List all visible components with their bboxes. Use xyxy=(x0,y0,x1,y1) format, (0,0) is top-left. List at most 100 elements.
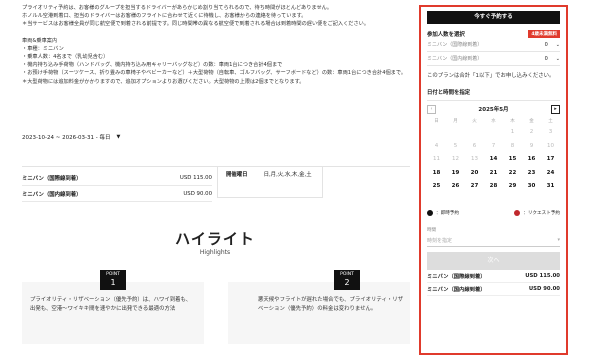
point-card: POINT 2 悪天候やフライトが遅れた場合でも、プライオリティ・リザベーション… xyxy=(228,270,410,344)
date-range-value: 2023-10-24 ~ 2026-03-31 - 毎日 xyxy=(22,135,111,141)
legend-instant: ：即時予約 xyxy=(427,209,459,216)
note-line: 車両&乗車案内 xyxy=(22,37,58,44)
price-value: USD 90.00 xyxy=(183,190,212,197)
calendar-month: 2025年5月 xyxy=(478,107,509,113)
calendar-day[interactable]: 23 xyxy=(522,167,541,181)
date-title: 日付と時間を指定 xyxy=(427,90,471,96)
calendar-day[interactable]: 26 xyxy=(446,180,465,194)
calendar-blank xyxy=(465,126,484,140)
point-number: 2 xyxy=(344,278,350,287)
note-line: ・車種：ミニバン xyxy=(22,45,64,52)
highlights-subtitle: Highlights xyxy=(199,249,231,256)
point-text: プライオリティ・リザベーション（優先予約）は、ハワイ到着も、出発も、空港〜ワイキ… xyxy=(30,297,192,312)
weekday-label: 火 xyxy=(472,119,477,124)
calendar-day: 5 xyxy=(453,142,458,149)
calendar-day: 11 xyxy=(433,156,440,162)
chevron-left-icon: ‹ xyxy=(430,106,433,112)
pax-section-title: 参加人数を選択 4歳未満無料 xyxy=(427,30,560,38)
chevron-down-icon: ⌄ xyxy=(555,41,560,48)
calendar-day[interactable]: 28 xyxy=(484,180,503,194)
chevron-down-icon: ⌄ xyxy=(555,55,560,62)
calendar-day[interactable]: 19 xyxy=(446,167,465,181)
operating-days-label: 開催曜日 xyxy=(226,172,248,178)
calendar-day: 1 xyxy=(510,129,515,135)
instant-dot-icon xyxy=(427,209,433,216)
pax-label: ミニバン（国内線到着） xyxy=(427,56,483,62)
highlights-title: ハイライト xyxy=(175,230,255,248)
price-row: ミニバン（国際線到着） USD 115.00 xyxy=(22,170,212,186)
point-label: POINT xyxy=(340,272,354,277)
point-label: POINT xyxy=(106,272,120,277)
plan-note: このプランは合計「1以下」でお申し込みください。 xyxy=(427,73,555,79)
legend-request-label: ：リクエスト予約 xyxy=(523,210,560,216)
request-dot-icon xyxy=(514,209,521,216)
calendar: ‹ 2025年5月 ▸ 日月火水木金土 1 2 3 4 5 6 7 8 9 10 11 12 13 14 15… xyxy=(427,100,560,194)
product-page: プライオリティ予約は、お客様のグループを担当するドライバーがあらかじめ割り当てら… xyxy=(0,0,600,360)
summary-price: USD 115.00 xyxy=(525,272,560,279)
calendar-day[interactable]: 16 xyxy=(522,153,541,167)
calendar-day[interactable]: 29 xyxy=(503,180,522,194)
calendar-day: 13 xyxy=(471,156,478,162)
time-select[interactable]: 時刻を指定 ▾ xyxy=(427,235,560,247)
point-number: 1 xyxy=(110,278,116,287)
prev-month-button[interactable]: ‹ xyxy=(427,104,436,114)
calendar-day[interactable]: 24 xyxy=(541,167,560,181)
legend-instant-label: ：即時予約 xyxy=(436,210,459,216)
date-range-select[interactable]: 2023-10-24 ~ 2026-03-31 - 毎日 ▼ xyxy=(22,133,120,141)
operating-days-value: 日,月,火,水,木,金,土 xyxy=(263,172,312,178)
note-line: ＊当サービスはお客様全員が同じ航空便で到着される前提です。同じ時間帯の異なる航空… xyxy=(22,21,370,28)
calendar-day: 10 xyxy=(547,142,554,149)
booking-panel: 今すぐ予約する 参加人数を選択 4歳未満無料 ミニバン（国際線到着） 0 ⌄ ミニ… xyxy=(419,5,568,355)
next-month-button[interactable]: ▸ xyxy=(550,104,560,114)
calendar-day[interactable]: 27 xyxy=(465,180,484,194)
calendar-day[interactable]: 20 xyxy=(465,167,484,181)
calendar-grid: 日月火水木金土 1 2 3 4 5 6 7 8 9 10 11 12 13 14 15 16 17 18 19 20 21… xyxy=(427,117,560,194)
calendar-blank xyxy=(427,126,446,140)
calendar-day[interactable]: 21 xyxy=(484,167,503,181)
calendar-blank xyxy=(484,126,503,140)
note-line: ・機内持ち込み手荷物（ハンドバッグ、機内持ち込み用キャリーバッグなど）の数：車両… xyxy=(22,62,283,69)
calendar-day[interactable]: 25 xyxy=(427,180,446,194)
caret-down-icon: ▼ xyxy=(116,134,121,140)
weekday-label: 日 xyxy=(434,119,439,124)
weekday-label: 木 xyxy=(510,119,515,124)
note-line: ＊大型荷物には追加料金がかかりますので、追加オプションよりお選びください。大型荷… xyxy=(22,78,305,85)
calendar-day[interactable]: 15 xyxy=(503,153,522,167)
calendar-day[interactable]: 30 xyxy=(522,180,541,194)
time-label: 時間 xyxy=(427,227,436,233)
chevron-right-icon: ▸ xyxy=(554,106,557,112)
next-button[interactable]: 次へ xyxy=(427,251,560,270)
summary-row: ミニバン（国際線到着） USD 115.00 xyxy=(427,270,560,283)
pax-label: ミニバン（国際線到着） xyxy=(427,42,483,48)
weekday-label: 土 xyxy=(548,119,553,124)
book-now-header: 今すぐ予約する xyxy=(427,11,560,24)
time-placeholder: 時刻を指定 xyxy=(427,237,453,244)
pax-title: 参加人数を選択 xyxy=(427,32,465,38)
price-row: ミニバン（国内線到着） USD 90.00 xyxy=(22,186,212,202)
calendar-day[interactable]: 31 xyxy=(541,180,560,194)
price-name: ミニバン（国際線到着） xyxy=(22,175,82,182)
pax-qty: 0 xyxy=(544,55,548,62)
calendar-day: 8 xyxy=(510,142,515,149)
weekday-label: 金 xyxy=(529,119,534,124)
calendar-day[interactable]: 14 xyxy=(484,153,503,167)
calendar-day[interactable]: 18 xyxy=(427,167,446,181)
calendar-day: 3 xyxy=(548,129,553,135)
point-text: 悪天候やフライトが遅れた場合でも、プライオリティ・リザベーション（優先予約）の料… xyxy=(258,297,404,312)
price-name: ミニバン（国内線到着） xyxy=(22,191,82,198)
divider xyxy=(22,166,410,167)
price-value: USD 115.00 xyxy=(179,174,212,181)
note-line: ・乗車人数：4名まで（乳幼児含む） xyxy=(22,54,109,61)
left-column: プライオリティ予約は、お客様のグループを担当するドライバーがあらかじめ割り当てら… xyxy=(22,0,412,86)
calendar-day: 9 xyxy=(529,142,534,149)
summary-row: ミニバン（国内線到着） USD 90.00 xyxy=(427,283,560,296)
point-badge: POINT 1 xyxy=(100,270,126,290)
summary-price: USD 90.00 xyxy=(528,285,560,292)
pax-row-domestic[interactable]: ミニバン（国内線到着） 0 ⌄ xyxy=(427,52,560,66)
age-badge: 4歳未満無料 xyxy=(528,30,560,38)
note-line: ホノルル空港到着口、担当のドライバーはお客様のフライトに合わせて近くに待機し、お… xyxy=(22,13,307,20)
pax-row-international[interactable]: ミニバン（国際線到着） 0 ⌄ xyxy=(427,38,560,52)
calendar-day[interactable]: 17 xyxy=(541,153,560,167)
calendar-day[interactable]: 22 xyxy=(503,167,522,181)
calendar-day: 12 xyxy=(452,156,459,162)
